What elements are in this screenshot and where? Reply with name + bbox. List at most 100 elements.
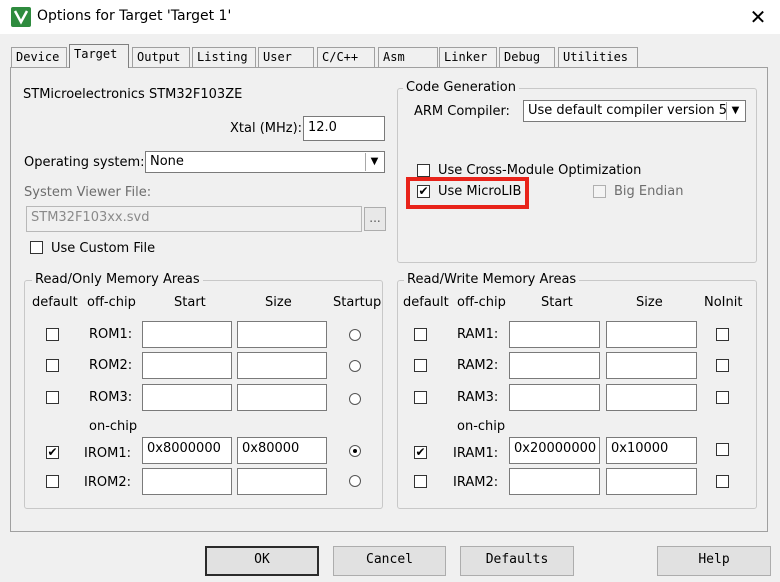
irom2-label: IROM2: [84,475,131,490]
rom-header-start: Start [174,295,206,310]
ram1-size-input[interactable] [606,321,697,348]
os-label: Operating system: [24,155,145,170]
cancel-button[interactable]: Cancel [333,546,446,576]
ram-header-noinit: NoInit [704,295,743,310]
ram2-noinit-checkbox[interactable] [716,359,729,372]
tab-asm[interactable]: Asm [378,47,438,67]
defaults-button[interactable]: Defaults [460,546,574,576]
iram1-size-input[interactable]: 0x10000 [606,437,697,464]
svd-input: STM32F103xx.svd [26,206,362,232]
ram2-label: RAM2: [457,358,499,373]
cross-module-label: Use Cross-Module Optimization [438,163,642,178]
rom2-size-input[interactable] [237,352,327,379]
ram-header-default: default [403,295,449,310]
compiler-select[interactable]: Use default compiler version 5 ▼ [523,100,746,122]
rom1-startup-radio[interactable] [349,329,361,341]
ram3-start-input[interactable] [509,384,600,411]
irom2-default-checkbox[interactable] [46,475,59,488]
tab-linker[interactable]: Linker [439,47,497,67]
custom-file-checkbox[interactable] [30,241,43,254]
compiler-label: ARM Compiler: [414,104,510,119]
rom3-label: ROM3: [89,390,133,405]
irom2-startup-radio[interactable] [349,475,361,487]
iram1-noinit-checkbox[interactable] [716,443,729,456]
rom1-label: ROM1: [89,327,133,342]
svd-browse-button[interactable]: ... [364,207,386,231]
iram2-noinit-checkbox[interactable] [716,475,729,488]
irom1-default-checkbox[interactable]: ✔ [46,446,59,459]
rom1-start-input[interactable] [142,321,232,348]
ram3-label: RAM3: [457,390,499,405]
rom2-label: ROM2: [89,358,133,373]
irom1-size-input[interactable]: 0x80000 [237,437,327,464]
compiler-select-value: Use default compiler version 5 [528,103,728,118]
custom-file-label: Use Custom File [51,241,156,256]
rom3-startup-radio[interactable] [349,393,361,405]
ram2-start-input[interactable] [509,352,600,379]
chevron-down-icon[interactable]: ▼ [726,102,744,120]
ram-header-size: Size [636,295,663,310]
big-endian-checkbox [593,185,606,198]
ram-header-start: Start [541,295,573,310]
tab-utilities[interactable]: Utilities [558,47,638,67]
ram2-default-checkbox[interactable] [414,359,427,372]
iram1-start-input[interactable]: 0x20000000 [509,437,600,464]
irom1-start-input[interactable]: 0x8000000 [142,437,232,464]
rom1-default-checkbox[interactable] [46,328,59,341]
xtal-label: Xtal (MHz): [230,121,303,136]
os-select-value: None [150,154,184,169]
xtal-input[interactable]: 12.0 [303,116,385,141]
chevron-down-icon[interactable]: ▼ [365,153,383,171]
svd-label: System Viewer File: [24,185,152,200]
irom1-startup-radio[interactable] [349,445,361,457]
rom2-default-checkbox[interactable] [46,359,59,372]
irom1-label: IROM1: [84,446,131,461]
tab-device[interactable]: Device [11,47,67,67]
ram-onchip-label: on-chip [457,419,506,434]
os-select[interactable]: None ▼ [145,151,385,173]
big-endian-label: Big Endian [614,184,684,199]
help-button[interactable]: Help [657,546,771,576]
iram1-default-checkbox[interactable]: ✔ [414,446,427,459]
rom-header-startup: Startup [333,295,382,310]
rom2-startup-radio[interactable] [349,360,361,372]
ram2-size-input[interactable] [606,352,697,379]
ram1-default-checkbox[interactable] [414,328,427,341]
ok-button[interactable]: OK [205,546,319,576]
iram2-default-checkbox[interactable] [414,475,427,488]
rom-onchip-label: on-chip [89,419,138,434]
rom-header-offchip: off-chip [87,295,136,310]
tab-listing[interactable]: Listing [192,47,256,67]
rom3-size-input[interactable] [237,384,327,411]
ram1-label: RAM1: [457,327,499,342]
rom3-start-input[interactable] [142,384,232,411]
tab-debug[interactable]: Debug [499,47,555,67]
window-title: Options for Target 'Target 1' [37,8,232,24]
ram-header-offchip: off-chip [457,295,506,310]
ram1-noinit-checkbox[interactable] [716,328,729,341]
ram-areas-title: Read/Write Memory Areas [404,272,580,287]
ram3-noinit-checkbox[interactable] [716,391,729,404]
ram1-start-input[interactable] [509,321,600,348]
microlib-highlight-box [406,177,529,209]
rom2-start-input[interactable] [142,352,232,379]
close-icon[interactable]: ✕ [744,4,772,30]
tab-c-cpp[interactable]: C/C++ [317,47,375,67]
ram3-default-checkbox[interactable] [414,391,427,404]
rom3-default-checkbox[interactable] [46,391,59,404]
keil-app-icon [11,7,31,27]
rom1-size-input[interactable] [237,321,327,348]
tab-output[interactable]: Output [132,47,190,67]
irom2-size-input[interactable] [237,468,327,495]
iram2-start-input[interactable] [509,468,600,495]
irom2-start-input[interactable] [142,468,232,495]
cross-module-checkbox[interactable] [417,164,430,177]
tab-user[interactable]: User [258,47,314,67]
ram3-size-input[interactable] [606,384,697,411]
tab-target[interactable]: Target [69,44,129,68]
rom-header-default: default [32,295,78,310]
iram2-label: IRAM2: [453,475,499,490]
iram2-size-input[interactable] [606,468,697,495]
rom-areas-title: Read/Only Memory Areas [32,272,203,287]
device-name: STMicroelectronics STM32F103ZE [23,87,243,102]
